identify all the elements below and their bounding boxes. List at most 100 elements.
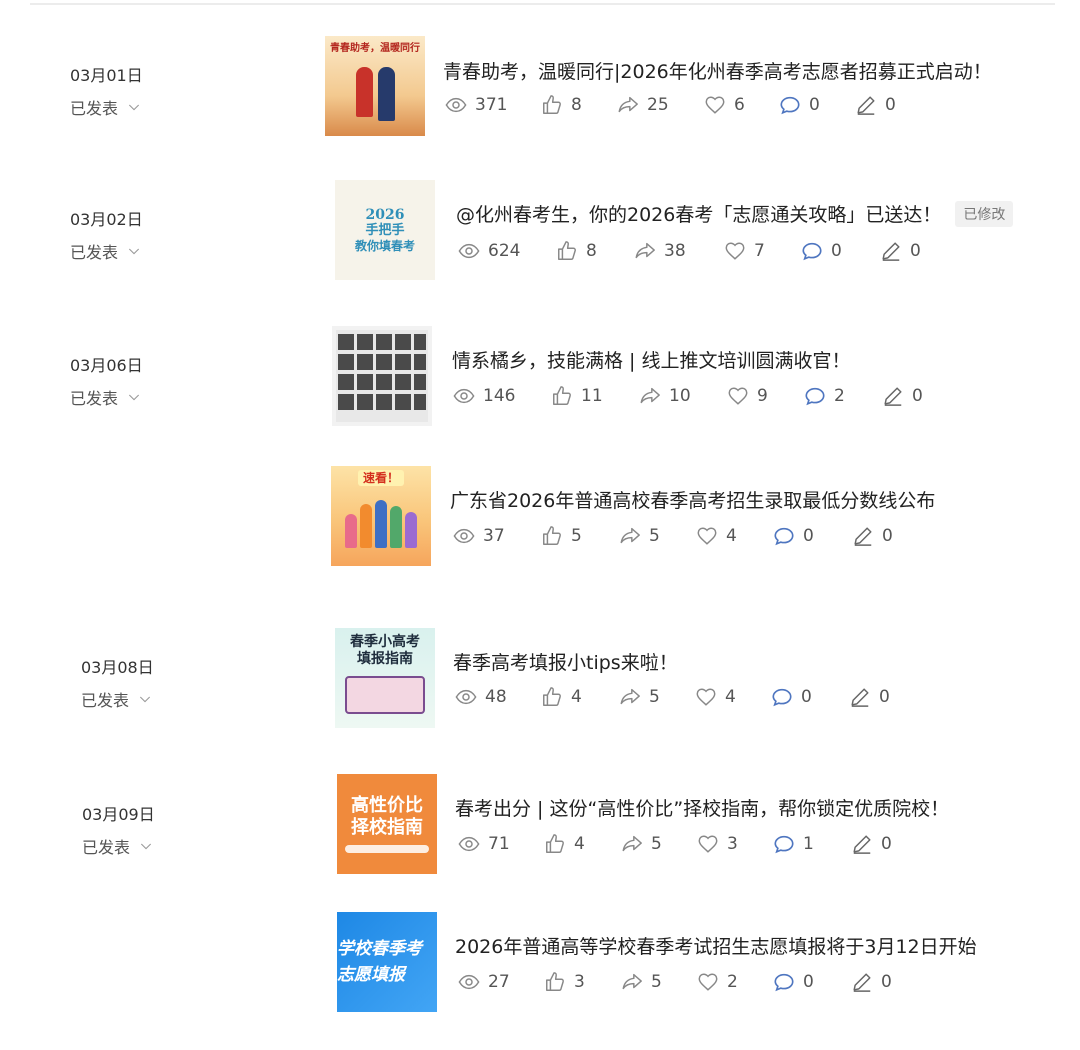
view-count: 27	[458, 971, 544, 993]
article-title[interactable]: 情系橘乡，技能满格 | 线上推文培训圆满收官！	[452, 346, 850, 373]
article-thumbnail[interactable]	[332, 326, 432, 426]
article-stats: 37 5 5 4 0 0	[453, 525, 893, 547]
article-title[interactable]: 春季高考填报小tips来啦！	[453, 648, 678, 675]
comment-count[interactable]: 0	[773, 525, 852, 547]
like-count: 4	[541, 686, 619, 708]
share-count: 5	[619, 525, 696, 547]
note-count[interactable]: 0	[851, 833, 892, 855]
thumbnail-caption: 学校春季考	[337, 938, 422, 959]
thumbs-up-icon	[541, 525, 563, 547]
comment-count[interactable]: 0	[773, 971, 851, 993]
article-title[interactable]: 青春助考，温暖同行|2026年化州春季高考志愿者招募正式启动！	[443, 57, 992, 84]
article-stats: 48 4 5 4 0 0	[455, 686, 890, 708]
comment-icon	[801, 240, 823, 262]
eye-icon	[453, 385, 475, 407]
share-count: 38	[634, 240, 724, 262]
thumbnail-caption: 教你填春考	[354, 239, 415, 253]
thumbs-up-icon	[541, 94, 563, 116]
note-count[interactable]: 0	[849, 686, 890, 708]
share-count: 25	[617, 94, 704, 116]
comment-count[interactable]: 0	[779, 94, 855, 116]
heart-icon	[724, 240, 746, 262]
date-group-0301: 03月01日 已发表	[70, 62, 143, 119]
thumbnail-caption: 春季小高考	[350, 634, 420, 650]
like-count: 8	[556, 240, 634, 262]
date-group-0308: 03月08日 已发表	[81, 654, 154, 711]
view-count: 624	[458, 240, 556, 262]
article-title-text: 广东省2026年普通高校春季高考招生录取最低分数线公布	[450, 490, 936, 512]
share-icon	[634, 240, 656, 262]
article-thumbnail[interactable]: 春季小高考 填报指南	[335, 628, 435, 728]
like-count: 5	[541, 525, 619, 547]
article-thumbnail[interactable]: 速看！	[331, 466, 431, 566]
status-dropdown[interactable]: 已发表	[70, 385, 143, 409]
article-thumbnail[interactable]: 高性价比 择校指南	[337, 774, 437, 874]
pen-icon	[852, 525, 874, 547]
chevron-down-icon	[137, 691, 153, 707]
like-count: 8	[541, 94, 617, 116]
view-count: 146	[453, 385, 551, 407]
publish-date: 03月02日	[70, 210, 143, 229]
thumbnail-caption: 青春助考，温暖同行	[330, 43, 420, 54]
comment-icon	[773, 525, 795, 547]
view-count: 48	[455, 686, 541, 708]
date-group-0309: 03月09日 已发表	[82, 801, 155, 858]
status-dropdown[interactable]: 已发表	[70, 239, 143, 263]
note-count[interactable]: 0	[882, 385, 923, 407]
share-icon	[621, 971, 643, 993]
chevron-down-icon	[138, 838, 154, 854]
date-group-0302: 03月02日 已发表	[70, 206, 143, 263]
article-thumbnail[interactable]: 青春助考，温暖同行	[325, 36, 425, 136]
thumbs-up-icon	[541, 686, 563, 708]
note-count[interactable]: 0	[855, 94, 896, 116]
eye-icon	[455, 686, 477, 708]
status-dropdown[interactable]: 已发表	[81, 687, 154, 711]
eye-icon	[458, 240, 480, 262]
pen-icon	[880, 240, 902, 262]
heart-icon	[727, 385, 749, 407]
article-title[interactable]: 广东省2026年普通高校春季高考招生录取最低分数线公布	[450, 486, 935, 513]
article-title[interactable]: 2026年普通高等学校春季考试招生志愿填报将于3月12日开始	[455, 932, 977, 959]
eye-icon	[453, 525, 475, 547]
favorite-count: 3	[697, 833, 773, 855]
note-count[interactable]: 0	[880, 240, 921, 262]
video-call-grid-image	[336, 330, 428, 422]
comment-count[interactable]: 0	[771, 686, 849, 708]
comment-count[interactable]: 2	[804, 385, 882, 407]
comment-count[interactable]: 0	[801, 240, 880, 262]
pen-icon	[849, 686, 871, 708]
modified-badge: 已修改	[955, 200, 1014, 227]
article-title[interactable]: 春考出分 | 这份“高性价比”择校指南，帮你锁定优质院校！	[455, 794, 949, 821]
thumbnail-caption: 志愿填报	[337, 965, 405, 985]
article-thumbnail[interactable]: 2026 手把手 教你填春考	[335, 180, 435, 280]
favorite-count: 7	[724, 240, 801, 262]
publish-date: 03月08日	[81, 658, 154, 677]
comment-count[interactable]: 1	[773, 833, 851, 855]
share-icon	[621, 833, 643, 855]
status-dropdown[interactable]: 已发表	[82, 834, 155, 858]
share-count: 5	[619, 686, 695, 708]
like-count: 4	[544, 833, 621, 855]
share-count: 5	[621, 971, 697, 993]
thumbs-up-icon	[544, 833, 566, 855]
share-icon	[619, 525, 641, 547]
share-icon	[617, 94, 639, 116]
article-title-text: 2026年普通高等学校春季考试招生志愿填报将于3月12日开始	[455, 936, 977, 958]
article-title-text: @化州春考生，你的2026春考「志愿通关攻略」已送达！	[456, 204, 942, 226]
article-thumbnail[interactable]: 学校春季考 志愿填报	[337, 912, 437, 1012]
view-count: 71	[458, 833, 544, 855]
note-count[interactable]: 0	[852, 525, 893, 547]
top-divider	[30, 3, 1055, 5]
status-dropdown[interactable]: 已发表	[70, 95, 143, 119]
comment-icon	[771, 686, 793, 708]
article-title[interactable]: @化州春考生，你的2026春考「志愿通关攻略」已送达！ 已修改	[456, 200, 1014, 227]
view-count: 37	[453, 525, 541, 547]
article-title-text: 青春助考，温暖同行|2026年化州春季高考志愿者招募正式启动！	[443, 61, 992, 83]
thumbnail-figures	[355, 67, 395, 121]
article-stats: 371 8 25 6 0 0	[445, 94, 896, 116]
favorite-count: 9	[727, 385, 804, 407]
note-count[interactable]: 0	[851, 971, 892, 993]
favorite-count: 6	[704, 94, 779, 116]
thumbs-up-icon	[551, 385, 573, 407]
heart-icon	[704, 94, 726, 116]
